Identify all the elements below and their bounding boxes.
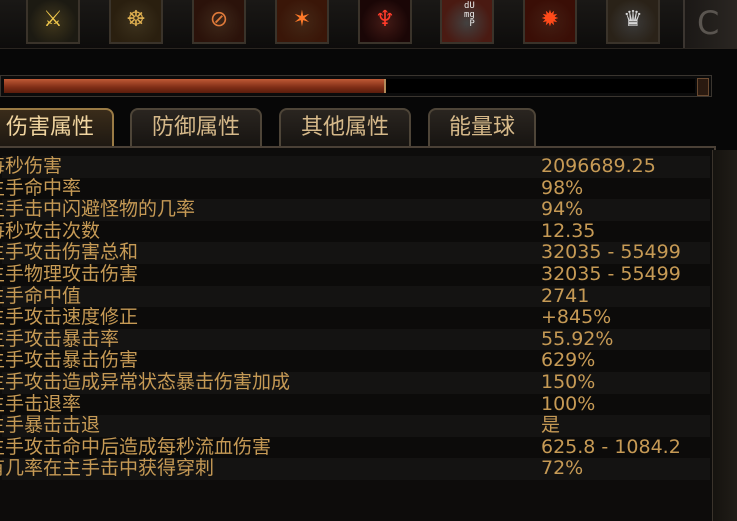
stat-value: 150% <box>541 370 596 393</box>
skill-slot-8[interactable]: ♛ <box>606 0 660 44</box>
stat-value: 72% <box>541 457 584 480</box>
stat-label: 主手击退率 <box>0 392 82 415</box>
stat-row: 主手击中闪避怪物的几率 94% <box>0 198 710 221</box>
stat-row: 主手攻击暴击率 55.92% <box>0 327 710 351</box>
skill-slot-7[interactable]: ✹ <box>523 0 577 44</box>
stats-scrollbar[interactable] <box>712 150 737 521</box>
stat-row: 主手攻击伤害总和 32035 - 55499 <box>0 241 710 264</box>
fire-blast-skill-icon: ✹ <box>540 7 560 32</box>
skill-slot-2[interactable]: ☸ <box>109 0 163 44</box>
stat-label: 主手命中值 <box>0 284 82 307</box>
demon-figure-skill-icon: ♆ <box>375 7 395 32</box>
skillbar-frame-right: C <box>683 0 737 48</box>
experience-bar <box>0 75 712 97</box>
stat-label: 主手物理攻击伤害 <box>0 262 139 285</box>
stat-row: 主手攻击造成异常状态暴击伤害加成 150% <box>0 370 710 394</box>
stat-row: 主手攻击命中后造成每秒流血伤害 625.8 - 1084.2 <box>0 435 710 459</box>
fire-sword-skill-icon: ✶ <box>292 7 312 32</box>
stat-value: 12.35 <box>541 219 596 242</box>
skill-slot-5[interactable]: ♆ <box>358 0 412 44</box>
stat-row: 有几率在主手击中获得穿刺 72% <box>0 457 710 480</box>
stat-value: 629% <box>541 349 596 372</box>
stat-label: 有几率在主手击中获得穿刺 <box>0 457 215 480</box>
skill-slot-6[interactable]: dU mg P <box>440 0 494 44</box>
stat-tabs: 伤害属性 防御属性 其他属性 能量球 <box>0 108 737 150</box>
stat-value: 94% <box>541 198 584 221</box>
experience-track <box>4 79 695 93</box>
skill-overlay-text: dU mg P <box>464 1 475 29</box>
stat-label: 主手攻击速度修正 <box>0 306 139 329</box>
tab-defense[interactable]: 防御属性 <box>130 108 262 146</box>
stat-row: 主手物理攻击伤害 32035 - 55499 <box>0 262 710 286</box>
experience-fill <box>4 79 387 93</box>
stat-row: 每秒攻击次数 12.35 <box>0 219 710 243</box>
stat-value: 32035 - 55499 <box>541 262 681 285</box>
stat-value: 2741 <box>541 284 590 307</box>
stat-value: 55.92% <box>541 327 614 350</box>
circle-slash-skill-icon: ⊘ <box>209 7 229 32</box>
skill-bar: C ⚔ ☸ ⊘ ✶ ♆ dU mg P ✹ ♛ <box>0 0 737 49</box>
stat-value: 2096689.25 <box>541 155 656 177</box>
stat-value: 98% <box>541 176 584 199</box>
character-stats-screen: C ⚔ ☸ ⊘ ✶ ♆ dU mg P ✹ ♛ 伤害属性 防御属性 其他属性 能量球 每秒伤害… <box>0 0 737 521</box>
stats-list: 每秒伤害2096689.25主手命中率98%主手击中闪避怪物的几率94%每秒攻击… <box>0 155 710 480</box>
stat-label: 主手暴击击退 <box>0 414 101 437</box>
tab-damage[interactable]: 伤害属性 <box>0 108 114 150</box>
experience-bar-cap <box>697 78 709 96</box>
stat-label: 每秒攻击次数 <box>0 219 101 242</box>
stat-value: 625.8 - 1084.2 <box>541 435 681 458</box>
stat-row: 主手攻击速度修正 +845% <box>0 306 710 329</box>
stat-label: 主手攻击暴击伤害 <box>0 349 139 372</box>
stat-label: 主手攻击伤害总和 <box>0 241 139 264</box>
winged-helmet-skill-icon: ♛ <box>623 7 643 32</box>
stat-label: 主手击中闪避怪物的几率 <box>0 198 196 221</box>
stat-row: 每秒伤害 2096689.25 <box>0 155 710 178</box>
stat-value: 是 <box>541 414 561 437</box>
stat-row: 主手命中率 98% <box>0 176 710 200</box>
stats-panel: 每秒伤害2096689.25主手命中率98%主手击中闪避怪物的几率94%每秒攻击… <box>0 146 716 521</box>
stat-row: 主手攻击暴击伤害 629% <box>0 349 710 372</box>
skill-slot-4[interactable]: ✶ <box>275 0 329 44</box>
stat-row: 主手命中值 2741 <box>0 284 710 308</box>
stat-row: 主手暴击击退 是 <box>0 414 710 437</box>
frame-ornament-icon: C <box>697 4 720 42</box>
skill-slot-3[interactable]: ⊘ <box>192 0 246 44</box>
stat-value: 32035 - 55499 <box>541 241 681 264</box>
stat-value: +845% <box>541 306 612 329</box>
stat-label: 主手命中率 <box>0 176 82 199</box>
stat-label: 主手攻击命中后造成每秒流血伤害 <box>0 435 272 458</box>
tab-energy-orb[interactable]: 能量球 <box>428 108 536 146</box>
tab-other[interactable]: 其他属性 <box>279 108 411 146</box>
stat-label: 每秒伤害 <box>0 155 63 177</box>
stat-value: 100% <box>541 392 596 415</box>
horned-helm-skill-icon: ☸ <box>126 7 146 32</box>
skill-slot-1[interactable]: ⚔ <box>26 0 80 44</box>
stat-label: 主手攻击造成异常状态暴击伤害加成 <box>0 370 291 393</box>
stat-label: 主手攻击暴击率 <box>0 327 120 350</box>
stat-row: 主手击退率 100% <box>0 392 710 416</box>
sword-skill-icon: ⚔ <box>43 7 63 32</box>
